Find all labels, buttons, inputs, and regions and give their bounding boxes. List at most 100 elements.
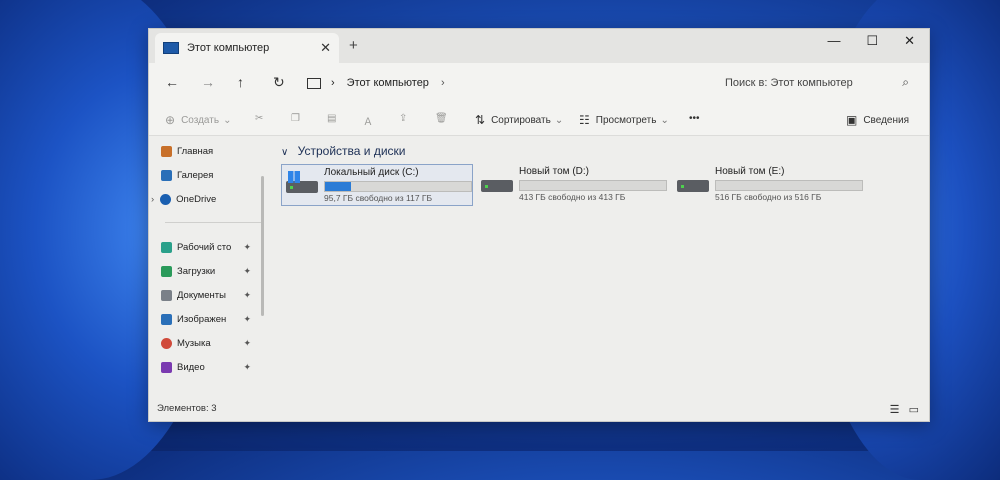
pin-icon: ✦: [243, 338, 251, 348]
share-icon[interactable]: ⇪: [399, 113, 407, 124]
hard-drive-icon: [481, 172, 513, 194]
download-icon: [161, 266, 172, 277]
view-icon: ☷: [579, 113, 590, 127]
tiles-view-icon[interactable]: ▭: [909, 404, 919, 416]
search-input[interactable]: Поиск в: Этот компьютер: [725, 77, 853, 89]
sidebar-divider: [165, 222, 263, 223]
sidebar-label: Документы: [177, 290, 226, 301]
windows-logo-icon: [288, 171, 300, 183]
hard-drive-icon: [677, 172, 709, 194]
pin-icon: ✦: [243, 266, 251, 276]
create-label: Создать: [181, 114, 220, 126]
paste-icon[interactable]: ▤: [327, 113, 336, 124]
details-button[interactable]: ▣ Сведения: [846, 113, 909, 127]
sidebar-item-pictures[interactable]: Изображен ✦: [161, 314, 261, 325]
back-button[interactable]: ←: [165, 74, 179, 90]
drive-free-space: 413 ГБ свободно из 413 ГБ: [519, 192, 626, 202]
details-view-icon[interactable]: ☰: [890, 404, 900, 416]
copy-icon[interactable]: ❐: [291, 113, 300, 124]
cloud-icon: [160, 194, 172, 205]
items-count: Элементов: 3: [157, 403, 217, 414]
drive-free-space: 95,7 ГБ свободно из 117 ГБ: [324, 193, 433, 203]
window-controls: — ☐ ✕: [827, 33, 915, 49]
tab-this-pc[interactable]: Этот компьютер ✕: [155, 33, 339, 63]
sidebar-label: Галерея: [177, 170, 214, 181]
drive-usage-bar: [519, 180, 667, 191]
minimize-button[interactable]: —: [827, 33, 840, 49]
tab-title: Этот компьютер: [187, 42, 270, 54]
delete-icon[interactable]: 🗑: [435, 113, 448, 124]
chevron-down-icon: ∨: [281, 147, 289, 158]
breadcrumb-this-pc[interactable]: Этот компьютер: [347, 77, 429, 89]
navigation-bar: ← → ↑ ↻ › Этот компьютер › Поиск в: Этот…: [149, 63, 929, 105]
documents-icon: [161, 290, 172, 301]
forward-button[interactable]: →: [201, 74, 215, 90]
home-icon: [161, 146, 172, 157]
plus-icon: ⊕: [165, 113, 176, 127]
sidebar-item-onedrive[interactable]: › OneDrive: [151, 194, 216, 205]
section-devices-header[interactable]: ∨ Устройства и диски: [281, 144, 405, 158]
view-toggle: ☰ ▭: [890, 403, 919, 416]
address-bar[interactable]: › Этот компьютер ›: [301, 70, 701, 96]
drive-usage-bar: [324, 181, 472, 192]
drive-name: Новый том (D:): [519, 166, 589, 177]
more-options-button[interactable]: •••: [689, 113, 700, 124]
drive-e[interactable]: Новый том (E:) 516 ГБ свободно из 516 ГБ: [673, 164, 863, 204]
create-button[interactable]: ⊕ Создать ⌄: [165, 113, 231, 127]
view-button[interactable]: ☷ Просмотреть ⌄: [579, 113, 669, 127]
sidebar-item-downloads[interactable]: Загрузки ✦: [161, 266, 261, 277]
close-button[interactable]: ✕: [904, 33, 915, 49]
sort-button[interactable]: ⇅ Сортировать ⌄: [475, 113, 563, 127]
sidebar-item-desktop[interactable]: Рабочий сто ✦: [161, 242, 261, 253]
drive-name: Новый том (E:): [715, 166, 785, 177]
refresh-button[interactable]: ↻: [273, 74, 285, 91]
sort-icon: ⇅: [475, 113, 486, 127]
maximize-button[interactable]: ☐: [866, 33, 878, 49]
cut-icon[interactable]: ✂: [255, 113, 263, 124]
sidebar-label: Рабочий сто: [177, 242, 232, 253]
main-content: ∨ Устройства и диски Локальный диск (C:)…: [277, 136, 929, 397]
command-bar: ⊕ Создать ⌄ ✂ ❐ ▤ Ａ ⇪ 🗑 ⇅ Сортировать ⌄ …: [149, 105, 929, 136]
desktop-icon: [161, 242, 172, 253]
sidebar-scrollbar[interactable]: [261, 176, 264, 316]
details-label: Сведения: [863, 114, 909, 126]
drive-usage-bar: [715, 180, 863, 191]
sidebar-item-videos[interactable]: Видео ✦: [161, 362, 261, 373]
breadcrumb-separator: ›: [331, 77, 335, 89]
sidebar-label: Главная: [177, 146, 214, 157]
computer-icon: [163, 42, 179, 54]
pin-icon: ✦: [243, 290, 251, 300]
view-label: Просмотреть: [595, 114, 657, 126]
sidebar-item-documents[interactable]: Документы ✦: [161, 290, 261, 301]
tab-close-icon[interactable]: ✕: [320, 40, 331, 56]
sidebar-label: Загрузки: [177, 266, 216, 277]
up-button[interactable]: ↑: [237, 74, 244, 90]
gallery-icon: [161, 170, 172, 181]
breadcrumb-chevron[interactable]: ›: [441, 77, 445, 89]
sidebar-item-music[interactable]: Музыка ✦: [161, 338, 261, 349]
rename-icon[interactable]: Ａ: [363, 113, 373, 128]
sidebar-label: Музыка: [177, 338, 211, 349]
details-pane-icon: ▣: [845, 113, 858, 127]
drive-d[interactable]: Новый том (D:) 413 ГБ свободно из 413 ГБ: [477, 164, 667, 204]
chevron-right-icon[interactable]: ›: [151, 194, 154, 205]
pin-icon: ✦: [243, 314, 251, 324]
drive-name: Локальный диск (C:): [324, 167, 419, 178]
sort-label: Сортировать: [491, 114, 551, 126]
new-tab-button[interactable]: +: [349, 37, 358, 54]
sidebar-item-gallery[interactable]: Галерея: [161, 170, 213, 181]
search-icon[interactable]: ⌕: [902, 75, 909, 90]
drive-c[interactable]: Локальный диск (C:) 95,7 ГБ свободно из …: [281, 164, 473, 206]
computer-icon: [307, 77, 321, 89]
sidebar-item-home[interactable]: Главная: [161, 146, 213, 157]
sidebar-label: Видео: [177, 362, 205, 373]
title-bar: Этот компьютер ✕ + — ☐ ✕: [149, 29, 929, 63]
video-icon: [161, 362, 172, 373]
section-title: Устройства и диски: [297, 144, 406, 158]
file-explorer-window: Этот компьютер ✕ + — ☐ ✕ ← → ↑ ↻ › Этот …: [148, 28, 930, 422]
sidebar-label: OneDrive: [176, 194, 217, 205]
music-icon: [161, 338, 172, 349]
pictures-icon: [161, 314, 172, 325]
search-box[interactable]: Поиск в: Этот компьютер ⌕: [717, 70, 917, 96]
sidebar-label: Изображен: [177, 314, 227, 325]
